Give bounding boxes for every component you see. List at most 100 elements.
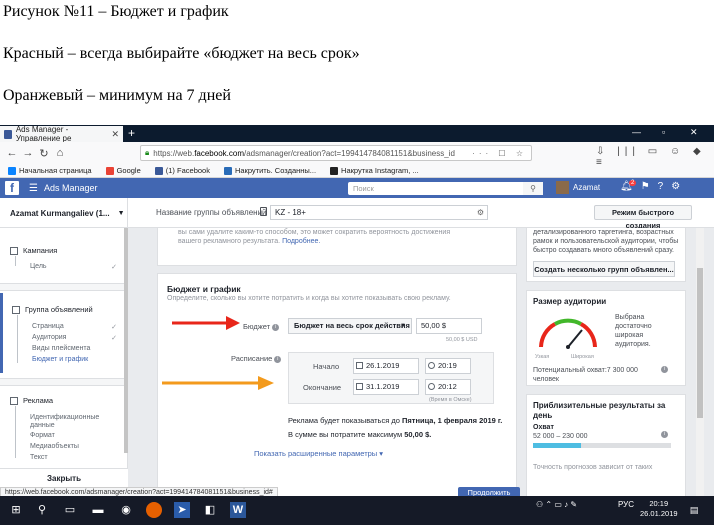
windows-start-icon[interactable]: ⊞ bbox=[8, 502, 24, 518]
taskbar-clock[interactable]: 20:19 26.01.2019 bbox=[640, 499, 678, 519]
bookmark-label: (1) Facebook bbox=[165, 166, 210, 175]
adset-name-value: KZ - 18+ bbox=[275, 208, 306, 217]
start-label: Начало bbox=[313, 362, 340, 371]
sidebar-item-identity[interactable]: Идентификационные данные bbox=[30, 414, 110, 430]
end-time-input[interactable]: 20:12 bbox=[425, 379, 471, 395]
search-icon[interactable]: ⚲ bbox=[34, 502, 50, 518]
telegram-icon[interactable]: ➤ bbox=[174, 502, 190, 518]
search-icon[interactable]: ⚲ bbox=[523, 182, 543, 195]
new-tab-icon[interactable]: + bbox=[128, 126, 135, 140]
fb-search-input[interactable]: Поиск ⚲ bbox=[348, 182, 543, 195]
forecast-note: Точность прогнозов зависит от таких bbox=[533, 464, 653, 471]
sidebar-item-format[interactable]: Формат bbox=[30, 432, 55, 439]
learn-more-link[interactable]: Подробнее. bbox=[282, 238, 320, 245]
potential-reach-text: Потенциальный охват:7 300 000 bbox=[533, 367, 638, 374]
bookmark-instagram[interactable]: Накрутка Instagram, ... bbox=[330, 166, 419, 175]
reload-icon[interactable]: ↻ bbox=[36, 147, 52, 160]
main-scrollbar[interactable] bbox=[696, 228, 704, 496]
sidebar-ad[interactable]: Реклама bbox=[10, 396, 53, 405]
tree-line bbox=[15, 406, 16, 458]
back-icon[interactable]: ← bbox=[4, 147, 20, 159]
budget-amount-input[interactable]: 50,00 $ bbox=[416, 318, 482, 334]
budget-label: Бюджет i bbox=[243, 322, 280, 331]
timezone-note: (Время в Омске) bbox=[429, 397, 472, 403]
sidebar-scrollbar[interactable] bbox=[124, 228, 128, 453]
sidebar-item-audience[interactable]: Аудитория bbox=[32, 334, 66, 341]
forward-icon[interactable]: → bbox=[20, 147, 36, 159]
adset-icon bbox=[260, 207, 267, 216]
end-date-value: 31.1.2019 bbox=[366, 382, 400, 391]
budget-section-subtitle: Определите, сколько вы хотите потратить … bbox=[167, 295, 451, 302]
ads-manager-tab-icon bbox=[4, 129, 12, 139]
estimated-results-panel: Приблизительные результаты за день Охват… bbox=[526, 394, 686, 496]
spend-max-prefix: В сумме вы потратите максимум bbox=[288, 430, 405, 439]
app-name: Ads Manager bbox=[43, 183, 98, 193]
start-date-input[interactable]: 26.1.2019 bbox=[353, 358, 419, 374]
sidebar-item-goal[interactable]: Цель bbox=[30, 263, 47, 270]
close-tab-icon[interactable]: ✕ bbox=[111, 129, 119, 140]
run-until-prefix: Реклама будет показываться до bbox=[288, 416, 402, 425]
close-button[interactable]: Закрыть bbox=[0, 468, 128, 488]
adset-name-input[interactable]: KZ - 18+ ⚙ bbox=[270, 205, 488, 220]
run-until-text: Реклама будет показываться до Пятница, 1… bbox=[288, 416, 502, 425]
start-time-input[interactable]: 20:19 bbox=[425, 358, 471, 374]
start-date-value: 26.1.2019 bbox=[366, 361, 400, 370]
task-view-icon[interactable]: ▭ bbox=[62, 502, 78, 518]
bookmark-icon bbox=[8, 166, 16, 175]
language-indicator[interactable]: РУС bbox=[618, 500, 634, 509]
browser-tab[interactable]: Ads Manager - Управление ре ✕ bbox=[0, 125, 123, 143]
scroll-thumb[interactable] bbox=[697, 268, 703, 418]
sidebar-item-media[interactable]: Медиаобъекты bbox=[30, 443, 79, 450]
account-name: Azamat Kurmangaliev (1... bbox=[10, 208, 110, 218]
end-date-input[interactable]: 31.1.2019 bbox=[353, 379, 419, 395]
home-icon[interactable]: ⌂ bbox=[52, 147, 68, 159]
placements-text-2: вашего рекламного результата. Подробнее. bbox=[178, 237, 320, 246]
tray-icons[interactable]: ⚇ ⌃ ▭ ♪ ✎ bbox=[536, 500, 577, 509]
info-icon[interactable]: i bbox=[661, 431, 668, 438]
bookmark-google[interactable]: Google bbox=[105, 166, 141, 175]
audience-gauge bbox=[539, 318, 597, 349]
firefox-icon[interactable] bbox=[146, 502, 162, 518]
bookmark-nakrutit[interactable]: Накрутить. Созданны... bbox=[223, 166, 317, 175]
info-icon[interactable]: i bbox=[272, 323, 280, 331]
create-multiple-adsets-button[interactable]: Создать несколько групп объявлен... bbox=[533, 261, 675, 277]
placements-panel: вы сами удалите каким-то способом, это м… bbox=[157, 228, 517, 266]
schedule-box: Начало 26.1.2019 20:19 Окончание 31.1.20… bbox=[288, 352, 494, 404]
browser-toolbar: ← → ↻ ⌂ 🔒︎ https://web. facebook.com/adsm… bbox=[0, 142, 714, 168]
menu-icon[interactable]: ☰ bbox=[29, 183, 38, 194]
address-actions-icon[interactable]: ··· ☐ ☆ bbox=[472, 149, 527, 158]
advanced-options-label: Показать расширенные параметры bbox=[254, 449, 378, 458]
account-selector[interactable]: Azamat Kurmangaliev (1... ▼ bbox=[0, 198, 128, 228]
sidebar-item-page[interactable]: Страница bbox=[32, 323, 64, 330]
budget-type-dropdown[interactable]: Бюджет на весь срок действия ▼ bbox=[288, 318, 412, 334]
orange-arrow-annotation bbox=[162, 376, 274, 390]
quick-creation-button[interactable]: Режим быстрого создания bbox=[594, 205, 692, 230]
info-icon[interactable]: i bbox=[661, 366, 668, 373]
bookmark-start[interactable]: Начальная страница bbox=[8, 166, 92, 175]
close-window-icon[interactable]: ✕ bbox=[690, 127, 698, 138]
info-icon[interactable]: i bbox=[274, 355, 282, 363]
action-center-icon[interactable]: ▤ bbox=[686, 502, 702, 518]
search-placeholder: Поиск bbox=[353, 184, 374, 193]
maximize-icon[interactable]: ▫ bbox=[662, 127, 665, 137]
clock-time: 20:19 bbox=[649, 499, 669, 508]
gear-icon[interactable]: ⚙ bbox=[477, 206, 484, 219]
facebook-logo-icon[interactable]: f bbox=[5, 181, 19, 195]
address-bar[interactable]: 🔒︎ https://web. facebook.com/adsmanager/c… bbox=[140, 145, 532, 161]
schedule-label: Расписание i bbox=[231, 354, 282, 363]
placements-text-2-body: вашего рекламного результата. bbox=[178, 238, 281, 245]
sidebar-item-text[interactable]: Текст bbox=[30, 454, 48, 461]
sidebar-item-placements[interactable]: Виды плейсмента bbox=[32, 345, 90, 352]
user-menu[interactable]: Azamat bbox=[556, 181, 600, 194]
sidebar-item-budget[interactable]: Бюджет и график bbox=[32, 356, 88, 363]
advanced-options-link[interactable]: Показать расширенные параметры ▾ bbox=[254, 449, 383, 458]
bookmark-facebook[interactable]: (1) Facebook bbox=[154, 166, 210, 175]
word-icon[interactable]: W bbox=[230, 502, 246, 518]
app-icon[interactable]: ◧ bbox=[202, 502, 218, 518]
settings-icon[interactable]: ◉ bbox=[118, 502, 134, 518]
sidebar-adset[interactable]: Группа объявлений bbox=[12, 305, 93, 314]
sidebar-campaign[interactable]: Кампания bbox=[10, 246, 57, 255]
minimize-icon[interactable]: — bbox=[632, 127, 641, 137]
explorer-icon[interactable]: ▬ bbox=[90, 502, 106, 518]
bookmark-label: Накрутить. Созданны... bbox=[234, 166, 317, 175]
